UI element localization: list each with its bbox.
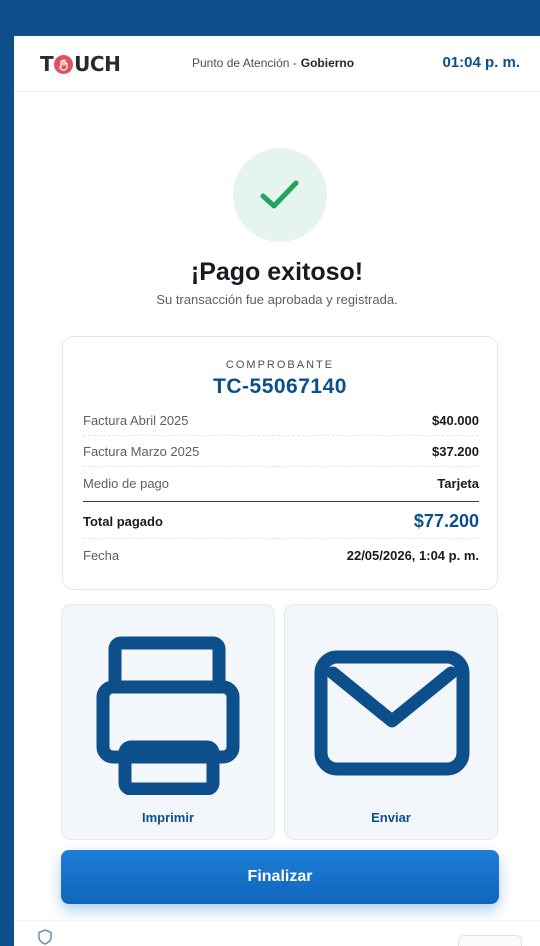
print-label: Imprimir (141, 810, 194, 825)
receipt-card: COMPROBANTE TC-55067140 Factura Abril 20… (62, 336, 498, 590)
page-subtitle: Su transacción fue aprobada y registrada… (156, 292, 398, 307)
receipt-label: COMPROBANTE (225, 359, 335, 371)
total-label: Total pagado (83, 514, 163, 529)
receipt-row-value: $40.000 (432, 413, 479, 428)
date-row: Fecha 22/05/2026, 1:04 p. m. (83, 539, 479, 571)
receipt-row-label: Factura Abril 2025 (83, 413, 189, 428)
check-icon (260, 180, 299, 209)
receipt-id: TC-55067140 (213, 375, 347, 398)
top-header: T UCH Punto de Atención - Gobierno 01:04 … (14, 36, 540, 92)
logo-text-left: T (40, 52, 54, 76)
touch-logo: T UCH (40, 52, 121, 76)
total-row: Total pagado $77.200 (83, 505, 479, 539)
footer-control[interactable] (458, 935, 522, 946)
logo-text-right: UCH (74, 52, 121, 76)
service-point: Punto de Atención - Gobierno (192, 56, 354, 70)
print-button[interactable]: Imprimir (61, 604, 275, 840)
envelope-icon (314, 650, 470, 776)
date-label: Fecha (83, 547, 120, 563)
app-screen: T UCH Punto de Atención - Gobierno 01:04 … (14, 36, 540, 946)
receipt-row-value: Tarjeta (437, 475, 479, 491)
total-value: $77.200 (413, 511, 479, 531)
receipt-row: Medio de pago Tarjeta (83, 468, 479, 498)
printer-icon (96, 636, 240, 795)
receipt-row-value: $37.200 (432, 444, 479, 459)
logo-mark-icon (54, 54, 74, 74)
service-point-name: Gobierno (300, 56, 355, 70)
shield-icon (38, 929, 52, 945)
service-point-label: Punto de Atención - (192, 56, 297, 70)
footer-bar (14, 920, 540, 946)
send-button[interactable]: Enviar (284, 604, 498, 840)
receipt-row-label: Factura Marzo 2025 (83, 444, 200, 459)
success-badge (233, 148, 327, 242)
page-title: ¡Pago exitoso! (190, 258, 364, 286)
receipt-row: Factura Abril 2025 $40.000 (83, 406, 479, 436)
send-label: Enviar (371, 810, 411, 825)
finish-button[interactable]: Finalizar (61, 850, 499, 904)
total-divider (83, 501, 479, 502)
receipt-row: Factura Marzo 2025 $37.200 (83, 437, 479, 467)
date-value: 22/05/2026, 1:04 p. m. (346, 547, 479, 563)
receipt-row-label: Medio de pago (83, 475, 170, 491)
clock: 01:04 p. m. (442, 54, 520, 71)
